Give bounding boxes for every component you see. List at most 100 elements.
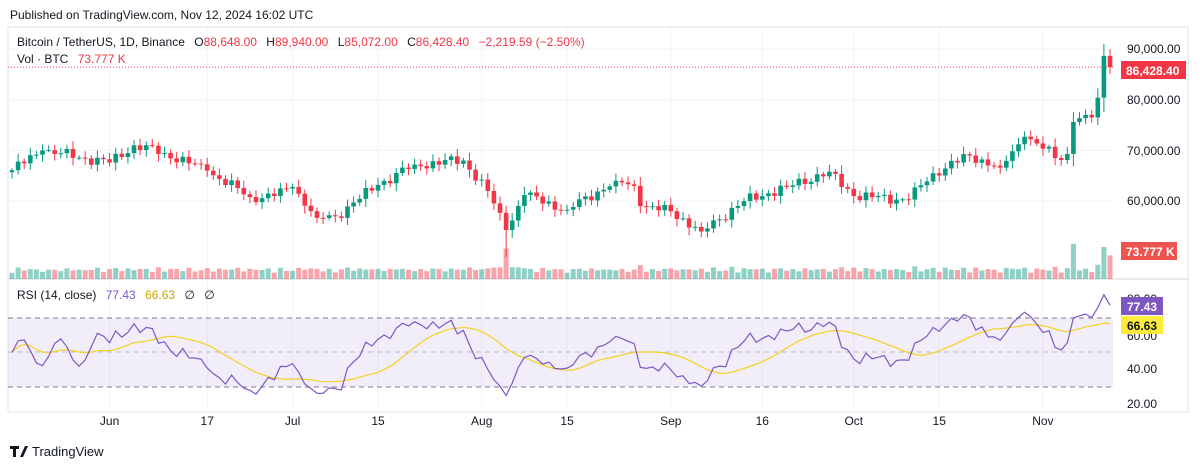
- candle-up: [747, 193, 753, 202]
- volume-bar: [1058, 272, 1064, 279]
- volume-bar: [82, 270, 88, 279]
- candle-down: [1034, 139, 1040, 144]
- time-tick: Nov: [1032, 414, 1053, 428]
- volume-bar: [290, 270, 296, 279]
- candle-up: [729, 207, 735, 220]
- volume-bar: [534, 272, 540, 279]
- tradingview-logo[interactable]: TradingView: [10, 444, 104, 459]
- volume-bar: [784, 270, 790, 279]
- candle-down: [802, 178, 808, 184]
- chart-canvas[interactable]: Published on TradingView.com, Nov 12, 20…: [0, 0, 1200, 469]
- volume-bar: [759, 268, 765, 279]
- volume-bar: [64, 268, 70, 279]
- volume-bar: [595, 270, 601, 279]
- candle-up: [650, 206, 655, 208]
- volume-bar: [180, 271, 186, 279]
- volume-bars: [9, 243, 1113, 279]
- volume-bar: [869, 269, 875, 279]
- volume-bar: [1070, 243, 1076, 279]
- volume-bar: [241, 271, 247, 279]
- candle-down: [406, 167, 411, 170]
- volume-bar: [357, 268, 363, 279]
- candle-up: [583, 196, 588, 200]
- volume-bar: [186, 267, 192, 279]
- time-axis[interactable]: Jun 17 Jul 15 Aug 15 Sep 16 Oct 15 Nov: [100, 414, 1054, 428]
- volume-bar: [613, 270, 619, 279]
- candle-up: [601, 189, 606, 192]
- volume-bar: [778, 268, 784, 279]
- last-price-label: 86,428.40: [1126, 64, 1180, 78]
- volume-bar: [442, 271, 448, 279]
- candle-down: [217, 175, 222, 179]
- time-tick: 17: [201, 414, 215, 428]
- volume-bar: [314, 268, 320, 279]
- volume-bar: [857, 271, 863, 279]
- candle-down: [174, 158, 179, 163]
- volume-bar: [387, 268, 393, 279]
- volume-bar: [210, 271, 216, 279]
- volume-bar: [552, 269, 558, 279]
- candle-up: [924, 181, 930, 186]
- candle-up: [961, 154, 966, 163]
- volume-bar: [351, 270, 357, 279]
- candle-up: [979, 159, 985, 163]
- volume-bar: [46, 269, 52, 279]
- candle-up: [479, 179, 484, 181]
- volume-bar: [345, 267, 350, 279]
- volume-bar: [881, 269, 887, 279]
- candle-down: [308, 205, 314, 212]
- candle-up: [143, 145, 149, 150]
- volume-bar: [9, 272, 15, 279]
- volume-bar: [997, 272, 1003, 279]
- candle-down: [339, 216, 344, 218]
- candle-down: [467, 160, 472, 170]
- candle-down: [839, 173, 844, 188]
- volume-bar: [991, 269, 997, 279]
- price-tick: 70,000.00: [1127, 144, 1181, 158]
- volume-bar: [796, 271, 802, 279]
- candle-up: [546, 201, 552, 204]
- time-tick: Jun: [100, 414, 119, 428]
- volume-bar: [863, 267, 869, 279]
- volume-bar: [473, 270, 479, 279]
- candle-up: [943, 168, 948, 176]
- rsi-value-label: 77.43: [1127, 300, 1157, 314]
- volume-bar: [131, 270, 137, 279]
- volume-bar: [680, 269, 686, 279]
- rsi-tick: 20.00: [1127, 397, 1157, 411]
- volume-bar: [21, 270, 27, 279]
- price-axis[interactable]: 90,000.00 80,000.00 70,000.00 60,000.00 …: [1121, 42, 1186, 411]
- volume-bar: [296, 267, 302, 279]
- rsi-ma-label: 66.63: [1127, 319, 1157, 333]
- volume-bar: [27, 269, 33, 279]
- volume-bar: [686, 269, 692, 279]
- candle-down: [906, 199, 911, 201]
- volume-bar: [430, 268, 436, 279]
- volume-bar: [497, 267, 503, 279]
- candle-up: [95, 157, 100, 165]
- candle-up: [766, 193, 771, 197]
- volume-bar: [711, 267, 716, 279]
- candle-up: [705, 228, 710, 232]
- volume-bar: [119, 271, 125, 279]
- volume-bar: [284, 270, 289, 279]
- volume-bar: [564, 272, 570, 279]
- volume-bar: [692, 270, 698, 279]
- volume-bar: [485, 268, 491, 279]
- volume-bar: [906, 272, 912, 279]
- candle-down: [973, 155, 979, 163]
- volume-bar: [619, 269, 625, 279]
- candle-up: [1022, 136, 1027, 145]
- time-tick: Sep: [660, 414, 682, 428]
- volume-bar: [942, 267, 948, 279]
- volume-bar: [698, 268, 704, 279]
- candle-up: [522, 195, 527, 206]
- time-tick: Aug: [471, 414, 492, 428]
- candle-down: [89, 158, 94, 165]
- volume-bar: [668, 268, 674, 279]
- volume-bar: [887, 269, 893, 279]
- volume-bar: [436, 269, 442, 279]
- price-tick: 60,000.00: [1127, 194, 1181, 208]
- volume-bar: [936, 271, 942, 279]
- volume-bar: [479, 269, 485, 279]
